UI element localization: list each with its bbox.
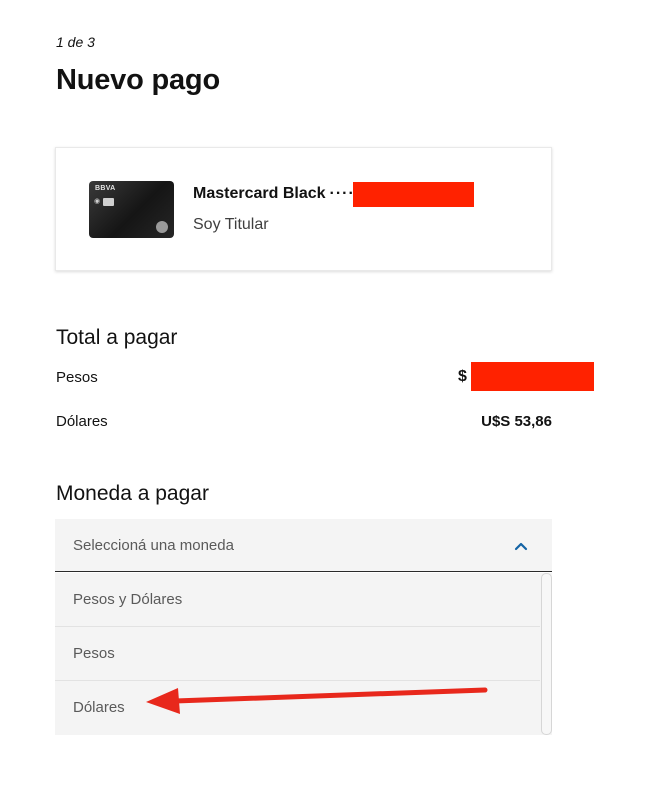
option-label: Pesos — [73, 645, 115, 662]
option-label: Pesos y Dólares — [73, 591, 183, 608]
total-pesos-label: Pesos — [56, 369, 98, 386]
currency-select[interactable]: Seleccioná una moneda — [55, 519, 552, 572]
option-label: Dólares — [73, 699, 125, 716]
currency-select-placeholder: Seleccioná una moneda — [73, 537, 234, 554]
contactless-icon: ◉ — [94, 198, 101, 205]
options-scrollbar[interactable] — [541, 573, 552, 735]
option-pesos-y-dolares[interactable]: Pesos y Dólares — [55, 573, 540, 627]
card-image: BBVA ◉ — [89, 181, 174, 238]
page-title: Nuevo pago — [56, 64, 220, 96]
card-name-label: Mastercard Black — [193, 185, 326, 202]
redacted-card-number — [353, 182, 474, 207]
card-holder-type: Soy Titular — [193, 216, 269, 233]
card-name: Mastercard Black ···· — [193, 185, 355, 203]
total-dollars-label: Dólares — [56, 413, 108, 430]
payment-page: 1 de 3 Nuevo pago BBVA ◉ Mastercard Blac… — [0, 0, 670, 800]
total-dollars-value: U$S 53,86 — [481, 413, 552, 430]
mastercard-logo-icon — [156, 221, 168, 233]
card-brand-logo: BBVA — [95, 185, 116, 192]
redacted-pesos-amount — [471, 362, 594, 391]
chip-icon — [103, 198, 114, 206]
total-pesos-value: $ — [458, 368, 467, 385]
total-title: Total a pagar — [56, 326, 178, 349]
chevron-up-icon — [514, 542, 528, 551]
step-indicator: 1 de 3 — [56, 34, 95, 50]
annotation-arrow — [146, 687, 488, 714]
card-number-mask: ···· — [329, 185, 355, 202]
card-selector[interactable]: BBVA ◉ Mastercard Black ···· Soy Titular — [55, 147, 552, 271]
option-pesos[interactable]: Pesos — [55, 627, 540, 681]
currency-title: Moneda a pagar — [56, 482, 209, 505]
